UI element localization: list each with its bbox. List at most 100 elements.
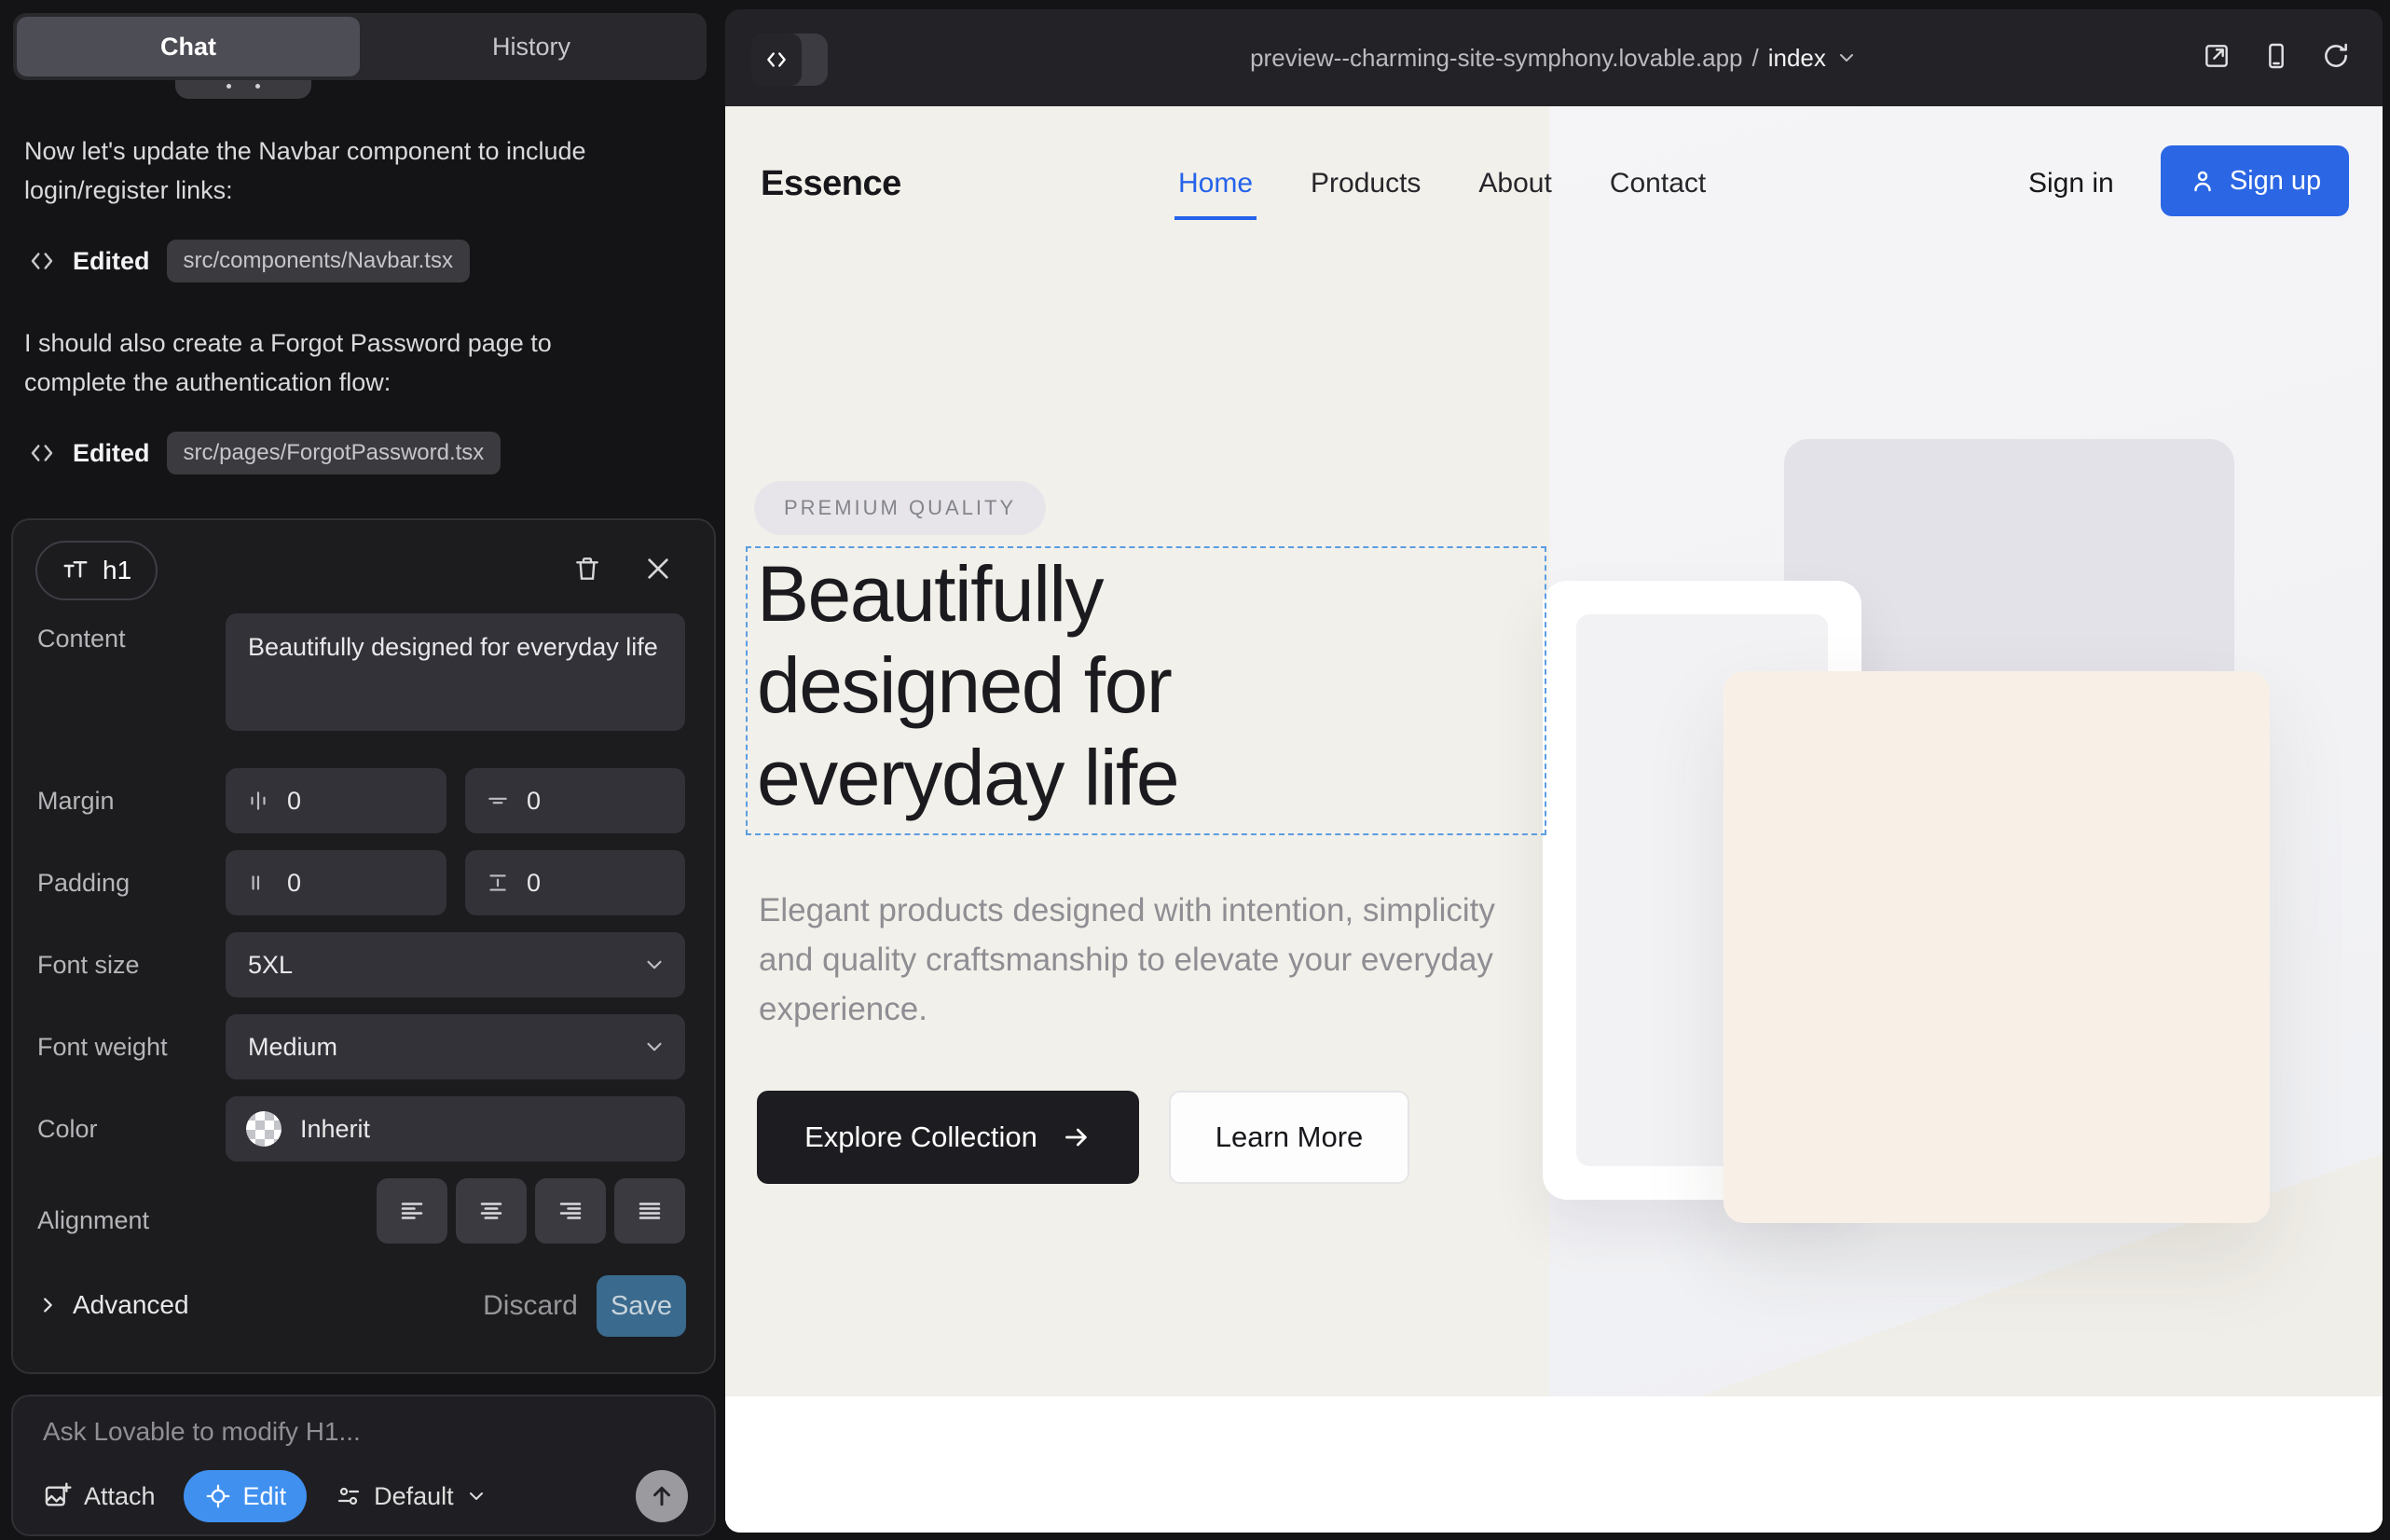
arrow-right-icon — [1062, 1122, 1092, 1152]
code-icon — [28, 439, 56, 467]
padding-x-input[interactable]: 0 — [226, 850, 446, 915]
align-left-button[interactable] — [377, 1178, 447, 1244]
tab-chat[interactable]: Chat — [17, 17, 360, 76]
attach-image-icon — [43, 1481, 73, 1511]
site-logo[interactable]: Essence — [761, 164, 901, 204]
edited-label: Edited — [73, 247, 150, 276]
save-button[interactable]: Save — [597, 1275, 686, 1337]
nav-link-products[interactable]: Products — [1311, 168, 1421, 199]
delete-element-button[interactable] — [572, 554, 602, 584]
file-chip[interactable]: src/components/Navbar.tsx — [167, 240, 470, 282]
composer-toolbar: Attach Edit Default — [43, 1469, 688, 1523]
font-size-value: 5XL — [248, 951, 293, 980]
edited-label: Edited — [73, 439, 150, 468]
color-label: Color — [37, 1115, 98, 1144]
browser-topbar: preview--charming-site-symphony.lovable.… — [725, 9, 2383, 106]
edited-file-row[interactable]: Edited src/pages/ForgotPassword.tsx — [28, 431, 501, 475]
edited-file-row[interactable]: Edited src/components/Navbar.tsx — [28, 239, 470, 283]
selected-element-chip[interactable]: h1 — [35, 541, 158, 600]
chat-composer[interactable]: Ask Lovable to modify H1... Attach Edit … — [11, 1395, 716, 1536]
explore-collection-label: Explore Collection — [804, 1121, 1037, 1154]
chevron-down-icon — [642, 1035, 666, 1059]
premium-quality-badge: PREMIUM QUALITY — [754, 481, 1046, 535]
margin-label: Margin — [37, 787, 115, 816]
padding-x-value: 0 — [287, 869, 301, 898]
selected-element-tag: h1 — [103, 556, 131, 585]
font-weight-value: Medium — [248, 1033, 337, 1062]
sign-up-button[interactable]: Sign up — [2161, 145, 2349, 216]
model-label: Default — [374, 1482, 454, 1511]
align-right-button[interactable] — [535, 1178, 606, 1244]
file-chip[interactable]: src/pages/ForgotPassword.tsx — [167, 432, 501, 474]
font-weight-select[interactable]: Medium — [226, 1014, 685, 1079]
padding-vertical-icon — [486, 871, 510, 895]
attach-label: Attach — [84, 1482, 156, 1511]
content-input[interactable]: Beautifully designed for everyday life — [226, 613, 685, 731]
margin-x-input[interactable]: 0 — [226, 768, 446, 833]
margin-vertical-icon — [486, 789, 510, 813]
nav-link-home[interactable]: Home — [1178, 168, 1253, 199]
hero-headline[interactable]: Beautifully designed for everyday life — [757, 548, 1363, 823]
url-domain: preview--charming-site-symphony.lovable.… — [1250, 44, 1742, 73]
advanced-toggle[interactable]: Advanced — [37, 1290, 189, 1320]
chevron-down-icon — [1835, 47, 1858, 69]
user-icon — [2189, 167, 2217, 195]
edit-mode-button[interactable]: Edit — [184, 1470, 308, 1522]
browser-actions — [2202, 41, 2351, 71]
color-swatch-icon — [246, 1111, 282, 1147]
nav-link-contact[interactable]: Contact — [1610, 168, 1706, 199]
alignment-label: Alignment — [37, 1206, 149, 1235]
send-button[interactable] — [636, 1470, 688, 1522]
font-size-select[interactable]: 5XL — [226, 932, 685, 997]
discard-button[interactable]: Discard — [479, 1290, 582, 1322]
type-icon — [62, 557, 89, 584]
chevron-down-icon — [642, 953, 666, 977]
attach-button[interactable]: Attach — [43, 1481, 156, 1511]
advanced-label: Advanced — [73, 1290, 189, 1320]
url-page: index — [1768, 44, 1826, 73]
assistant-message: Now let's update the Navbar component to… — [24, 132, 621, 211]
sign-in-link[interactable]: Sign in — [2028, 168, 2114, 199]
code-icon — [28, 247, 56, 275]
align-center-button[interactable] — [456, 1178, 527, 1244]
decorative-card-cream — [1724, 671, 2270, 1223]
code-preview-toggle[interactable] — [751, 34, 828, 86]
site-nav: Home Products About Contact — [1178, 168, 1706, 199]
edit-label: Edit — [243, 1482, 287, 1511]
hero-description: Elegant products designed with intention… — [759, 886, 1504, 1035]
open-external-icon[interactable] — [2202, 41, 2232, 71]
explore-collection-button[interactable]: Explore Collection — [757, 1091, 1139, 1184]
align-justify-button[interactable] — [614, 1178, 685, 1244]
h1-selection-outline[interactable]: Beautifully designed for everyday life — [746, 546, 1546, 835]
assistant-message: I should also create a Forgot Password p… — [24, 324, 621, 403]
sign-up-label: Sign up — [2230, 166, 2321, 197]
model-selector[interactable]: Default — [335, 1482, 488, 1511]
color-select[interactable]: Inherit — [226, 1096, 685, 1162]
learn-more-button[interactable]: Learn More — [1169, 1091, 1409, 1184]
composer-placeholder[interactable]: Ask Lovable to modify H1... — [43, 1417, 361, 1447]
element-editor-panel: h1 Content Beautifully designed for ever… — [11, 518, 716, 1374]
margin-y-value: 0 — [527, 787, 541, 816]
refresh-icon[interactable] — [2321, 41, 2351, 71]
mobile-view-icon[interactable] — [2261, 41, 2291, 71]
sidebar-tabbar: Chat History — [13, 13, 707, 80]
close-panel-button[interactable] — [643, 554, 673, 584]
content-label: Content — [37, 625, 126, 653]
truncated-chip — [175, 80, 311, 99]
padding-horizontal-icon — [246, 871, 270, 895]
preview-browser: preview--charming-site-symphony.lovable.… — [725, 9, 2383, 1533]
nav-link-about[interactable]: About — [1478, 168, 1551, 199]
arrow-up-icon — [648, 1482, 676, 1510]
target-icon — [204, 1482, 232, 1510]
color-value: Inherit — [300, 1115, 370, 1144]
site-preview: Essence Home Products About Contact Sign… — [725, 106, 2383, 1533]
url-bar[interactable]: preview--charming-site-symphony.lovable.… — [1250, 44, 1858, 73]
padding-label: Padding — [37, 869, 130, 898]
padding-y-input[interactable]: 0 — [465, 850, 685, 915]
url-separator: / — [1752, 44, 1759, 73]
margin-y-input[interactable]: 0 — [465, 768, 685, 833]
sliders-icon — [335, 1482, 363, 1510]
chevron-down-icon — [465, 1485, 488, 1507]
section-below-hero — [725, 1396, 2383, 1533]
tab-history[interactable]: History — [360, 17, 703, 76]
